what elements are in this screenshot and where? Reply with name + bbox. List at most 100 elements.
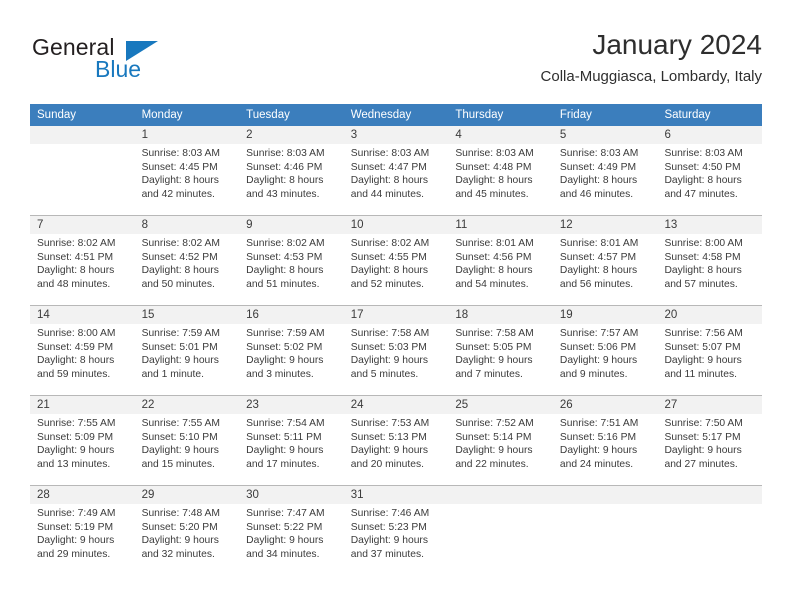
day-sun-info: Sunrise: 8:02 AM Sunset: 4:52 PM Daylight:… (142, 237, 236, 291)
daylight-hours-text: Daylight: 8 hours (350, 175, 429, 187)
day-cell[interactable]: 14 Sunrise: 8:00 AM Sunset: 4:59 PM Dayligh… (30, 306, 135, 395)
day-cell[interactable]: 11 Sunrise: 8:01 AM Sunset: 4:56 PM Dayligh… (448, 216, 553, 305)
sunset-text: Sunset: 5:20 PM (141, 521, 218, 533)
day-cell[interactable]: 4 Sunrise: 8:03 AM Sunset: 4:48 PM Daylight… (448, 126, 553, 215)
sunset-text: Sunset: 5:14 PM (455, 431, 532, 443)
daylight-hours-text: Daylight: 9 hours (350, 355, 429, 367)
sunrise-text: Sunrise: 7:47 AM (246, 508, 325, 519)
day-cell[interactable]: 20 Sunrise: 7:56 AM Sunset: 5:07 PM Dayligh… (657, 306, 762, 395)
sunrise-text: Sunrise: 7:51 AM (559, 418, 639, 429)
day-sun-info: Sunrise: 7:54 AM Sunset: 5:11 PM Daylight:… (246, 417, 340, 471)
week-cells: 14 Sunrise: 8:00 AM Sunset: 4:59 PM Dayligh… (30, 306, 762, 395)
day-cell[interactable]: 6 Sunrise: 8:03 AM Sunset: 4:50 PM Daylight… (657, 126, 762, 215)
day-cell[interactable]: 1 Sunrise: 8:03 AM Sunset: 4:45 PM Daylight… (135, 126, 240, 215)
daylight-hours-text: Daylight: 9 hours (246, 445, 324, 457)
calendar-body: 1 Sunrise: 8:03 AM Sunset: 4:45 PM Daylight… (30, 126, 762, 575)
day-cell[interactable]: 3 Sunrise: 8:03 AM Sunset: 4:47 PM Daylight… (344, 126, 449, 215)
sunset-text: Sunset: 5:10 PM (141, 431, 218, 443)
daylight-minutes-text: and 27 minutes. (664, 458, 738, 470)
day-cell[interactable]: 9 Sunrise: 8:02 AM Sunset: 4:53 PM Daylight… (239, 216, 344, 305)
sunrise-text: Sunrise: 8:03 AM (455, 148, 534, 159)
sunset-text: Sunset: 5:23 PM (350, 521, 427, 533)
day-cell[interactable]: 17 Sunrise: 7:58 AM Sunset: 5:03 PM Dayligh… (344, 306, 449, 395)
sunrise-text: Sunrise: 7:55 AM (37, 418, 116, 429)
sunset-text: Sunset: 4:50 PM (664, 161, 741, 173)
daylight-minutes-text: and 54 minutes. (455, 278, 529, 290)
day-number: 16 (246, 309, 259, 321)
day-cell[interactable]: 29 Sunrise: 7:48 AM Sunset: 5:20 PM Dayligh… (135, 486, 240, 575)
daylight-minutes-text: and 48 minutes. (37, 278, 111, 290)
day-cell[interactable]: 13 Sunrise: 8:00 AM Sunset: 4:58 PM Dayligh… (657, 216, 762, 305)
day-sun-info: Sunrise: 7:58 AM Sunset: 5:03 PM Daylight:… (351, 327, 445, 381)
day-sun-info: Sunrise: 7:56 AM Sunset: 5:07 PM Daylight:… (664, 327, 758, 381)
daylight-minutes-text: and 43 minutes. (246, 188, 320, 200)
day-cell[interactable]: 27 Sunrise: 7:50 AM Sunset: 5:17 PM Dayligh… (657, 396, 762, 485)
day-cell[interactable]: 8 Sunrise: 8:02 AM Sunset: 4:52 PM Daylight… (135, 216, 240, 305)
sunrise-text: Sunrise: 8:03 AM (141, 148, 220, 159)
day-cell[interactable]: 16 Sunrise: 7:59 AM Sunset: 5:02 PM Dayligh… (239, 306, 344, 395)
sunrise-text: Sunrise: 8:00 AM (664, 238, 743, 249)
daylight-minutes-text: and 3 minutes. (246, 368, 314, 380)
calendar-grid: Sunday Monday Tuesday Wednesday Thursday Frid… (30, 104, 762, 575)
daylight-minutes-text: and 7 minutes. (455, 368, 523, 380)
daylight-hours-text: Daylight: 9 hours (246, 355, 324, 367)
daylight-hours-text: Daylight: 8 hours (246, 265, 324, 277)
sunset-text: Sunset: 4:51 PM (37, 251, 114, 263)
day-number: 9 (246, 219, 253, 231)
day-sun-info: Sunrise: 8:03 AM Sunset: 4:45 PM Daylight:… (142, 147, 236, 201)
day-cell[interactable]: 2 Sunrise: 8:03 AM Sunset: 4:46 PM Daylight… (239, 126, 344, 215)
sunset-text: Sunset: 4:59 PM (37, 341, 114, 353)
sunrise-text: Sunrise: 7:49 AM (37, 508, 116, 519)
week-cells: 1 Sunrise: 8:03 AM Sunset: 4:45 PM Daylight… (30, 126, 762, 215)
daylight-hours-text: Daylight: 8 hours (455, 175, 533, 187)
day-cell[interactable]: 21 Sunrise: 7:55 AM Sunset: 5:09 PM Dayligh… (30, 396, 135, 485)
daylight-hours-text: Daylight: 9 hours (455, 355, 533, 367)
day-cell[interactable]: 18 Sunrise: 7:58 AM Sunset: 5:05 PM Dayligh… (448, 306, 553, 395)
day-cell[interactable]: 22 Sunrise: 7:55 AM Sunset: 5:10 PM Dayligh… (135, 396, 240, 485)
day-cell[interactable]: 28 Sunrise: 7:49 AM Sunset: 5:19 PM Dayligh… (30, 486, 135, 575)
day-cell[interactable]: 15 Sunrise: 7:59 AM Sunset: 5:01 PM Dayligh… (135, 306, 240, 395)
weekday-header-thursday: Thursday (455, 109, 504, 121)
page-subtitle: Colla-Muggiasca, Lombardy, Italy (540, 68, 762, 85)
day-number: 8 (141, 219, 148, 231)
day-cell[interactable]: 30 Sunrise: 7:47 AM Sunset: 5:22 PM Dayligh… (239, 486, 344, 575)
sunrise-text: Sunrise: 8:03 AM (559, 148, 639, 159)
sunset-text: Sunset: 4:46 PM (246, 161, 323, 173)
calendar-week-row: 28 Sunrise: 7:49 AM Sunset: 5:19 PM Dayligh… (30, 485, 762, 575)
day-cell[interactable]: 19 Sunrise: 7:57 AM Sunset: 5:06 PM Dayligh… (553, 306, 658, 395)
daylight-hours-text: Daylight: 8 hours (559, 175, 638, 187)
day-sun-info: Sunrise: 8:00 AM Sunset: 4:59 PM Daylight:… (37, 327, 131, 381)
general-blue-logo[interactable]: General Blue (32, 34, 232, 90)
weekday-header-tuesday: Tuesday (246, 109, 290, 121)
day-cell[interactable]: 31 Sunrise: 7:46 AM Sunset: 5:23 PM Dayligh… (344, 486, 449, 575)
day-number: 3 (350, 129, 358, 141)
day-cell[interactable]: 23 Sunrise: 7:54 AM Sunset: 5:11 PM Dayligh… (239, 396, 344, 485)
day-sun-info: Sunrise: 8:02 AM Sunset: 4:53 PM Daylight:… (246, 237, 340, 291)
day-cell[interactable]: 10 Sunrise: 8:02 AM Sunset: 4:55 PM Dayligh… (344, 216, 449, 305)
day-number: 7 (37, 219, 44, 231)
sunrise-text: Sunrise: 7:54 AM (246, 418, 325, 429)
sunset-text: Sunset: 5:17 PM (664, 431, 741, 443)
sunset-text: Sunset: 4:52 PM (141, 251, 218, 263)
day-cell[interactable]: 5 Sunrise: 8:03 AM Sunset: 4:49 PM Daylight… (553, 126, 658, 215)
day-cell[interactable]: 7 Sunrise: 8:02 AM Sunset: 4:51 PM Daylight… (30, 216, 135, 305)
sunrise-text: Sunrise: 7:55 AM (141, 418, 220, 429)
day-cell[interactable]: 24 Sunrise: 7:53 AM Sunset: 5:13 PM Dayligh… (344, 396, 449, 485)
sunset-text: Sunset: 4:56 PM (455, 251, 532, 263)
sunrise-text: Sunrise: 8:02 AM (350, 238, 430, 249)
sunset-text: Sunset: 4:47 PM (350, 161, 427, 173)
calendar-week-row: 1 Sunrise: 8:03 AM Sunset: 4:45 PM Daylight… (30, 126, 762, 215)
day-sun-info: Sunrise: 7:48 AM Sunset: 5:20 PM Daylight:… (142, 507, 236, 561)
daylight-hours-text: Daylight: 8 hours (37, 355, 115, 367)
title-block: January 2024 Colla-Muggiasca, Lombardy, … (541, 28, 762, 88)
daylight-hours-text: Daylight: 9 hours (37, 535, 115, 547)
daylight-minutes-text: and 22 minutes. (455, 458, 529, 470)
weekday-header-saturday: Saturday (664, 109, 711, 121)
sunrise-text: Sunrise: 7:46 AM (350, 508, 430, 519)
day-cell[interactable]: 25 Sunrise: 7:52 AM Sunset: 5:14 PM Dayligh… (448, 396, 553, 485)
day-cell-empty (553, 486, 658, 575)
day-cell[interactable]: 12 Sunrise: 8:01 AM Sunset: 4:57 PM Dayligh… (553, 216, 658, 305)
day-sun-info: Sunrise: 7:59 AM Sunset: 5:02 PM Daylight:… (246, 327, 340, 381)
day-cell[interactable]: 26 Sunrise: 7:51 AM Sunset: 5:16 PM Dayligh… (553, 396, 658, 485)
daylight-hours-text: Daylight: 9 hours (350, 535, 429, 547)
